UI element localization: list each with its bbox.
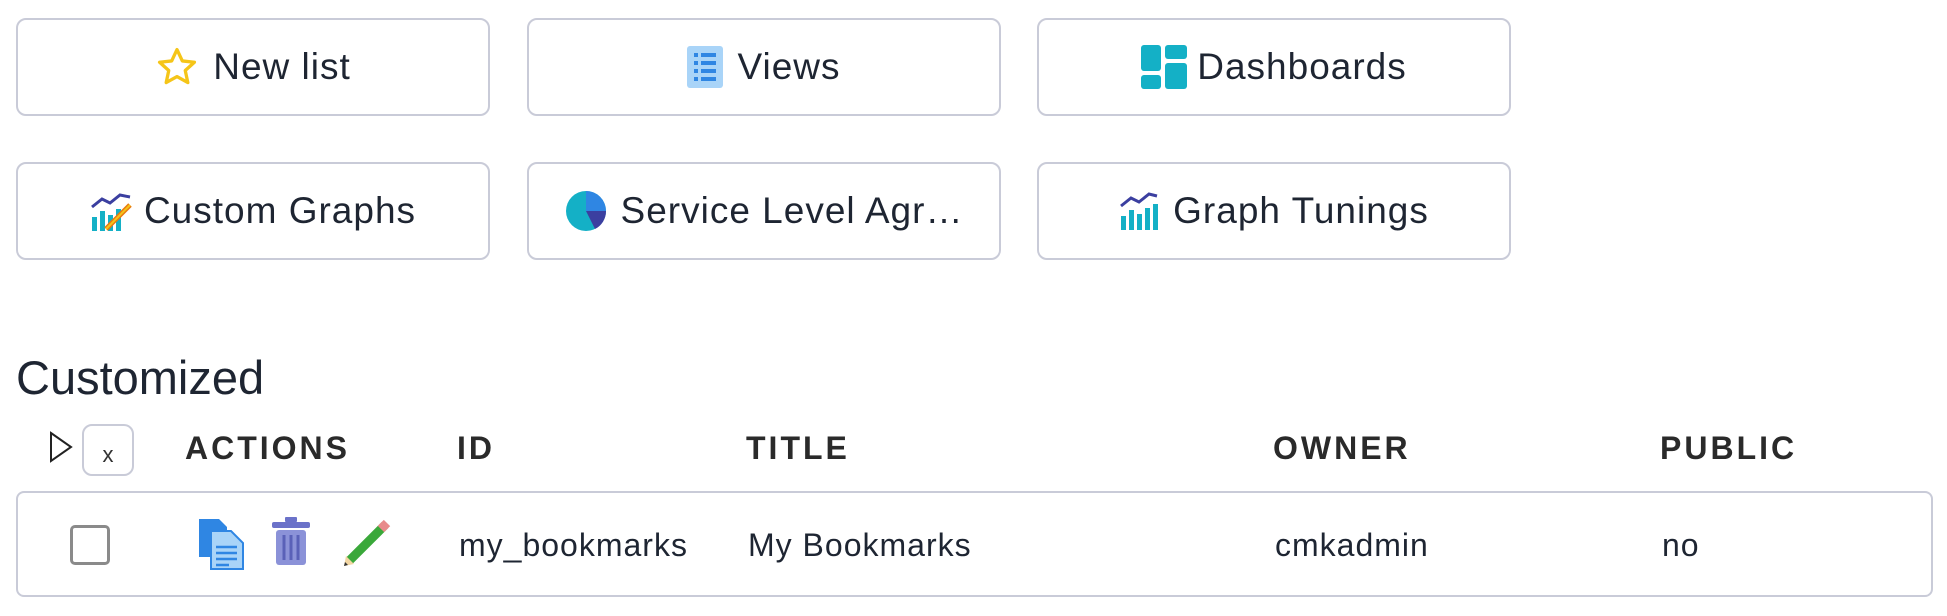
section-title: Customized — [16, 351, 265, 404]
column-header-id[interactable]: ID — [457, 430, 495, 467]
row-checkbox[interactable] — [70, 525, 110, 565]
table-row: my_bookmarks My Bookmarks cmkadmin no — [16, 491, 1933, 597]
new-list-button[interactable]: New list — [16, 18, 490, 116]
graph-tuning-icon — [1119, 192, 1159, 230]
custom-graphs-button[interactable]: Custom Graphs — [16, 162, 490, 260]
star-icon — [155, 45, 199, 89]
custom-graph-icon — [90, 191, 134, 231]
views-label: Views — [737, 46, 841, 87]
views-button[interactable]: Views — [527, 18, 1001, 116]
column-header-public[interactable]: PUBLIC — [1660, 430, 1797, 467]
new-list-label: New list — [213, 46, 351, 87]
row-id: my_bookmarks — [459, 527, 688, 563]
row-public: no — [1662, 527, 1700, 563]
list-icon — [687, 46, 724, 88]
column-header-title[interactable]: TITLE — [746, 430, 850, 467]
expand-toggle-icon[interactable] — [47, 430, 75, 464]
clone-icon[interactable] — [197, 517, 245, 576]
graph-tunings-button[interactable]: Graph Tunings — [1037, 162, 1511, 260]
service-level-agreements-label: Service Level Agr… — [620, 190, 964, 231]
row-owner: cmkadmin — [1275, 527, 1429, 563]
pie-chart-icon — [565, 190, 607, 232]
dashboard-icon — [1141, 45, 1188, 89]
column-header-owner[interactable]: OWNER — [1273, 430, 1411, 467]
custom-graphs-label: Custom Graphs — [143, 190, 417, 231]
row-title: My Bookmarks — [748, 527, 972, 563]
delete-icon[interactable] — [272, 517, 310, 570]
graph-tunings-label: Graph Tunings — [1173, 190, 1429, 231]
dashboards-label: Dashboards — [1197, 46, 1407, 87]
column-header-actions: ACTIONS — [185, 430, 350, 466]
edit-icon[interactable] — [341, 517, 393, 574]
service-level-agreements-button[interactable]: Service Level Agr… — [527, 162, 1001, 260]
dashboards-button[interactable]: Dashboards — [1037, 18, 1511, 116]
reset-filter-button[interactable]: x — [82, 424, 134, 476]
